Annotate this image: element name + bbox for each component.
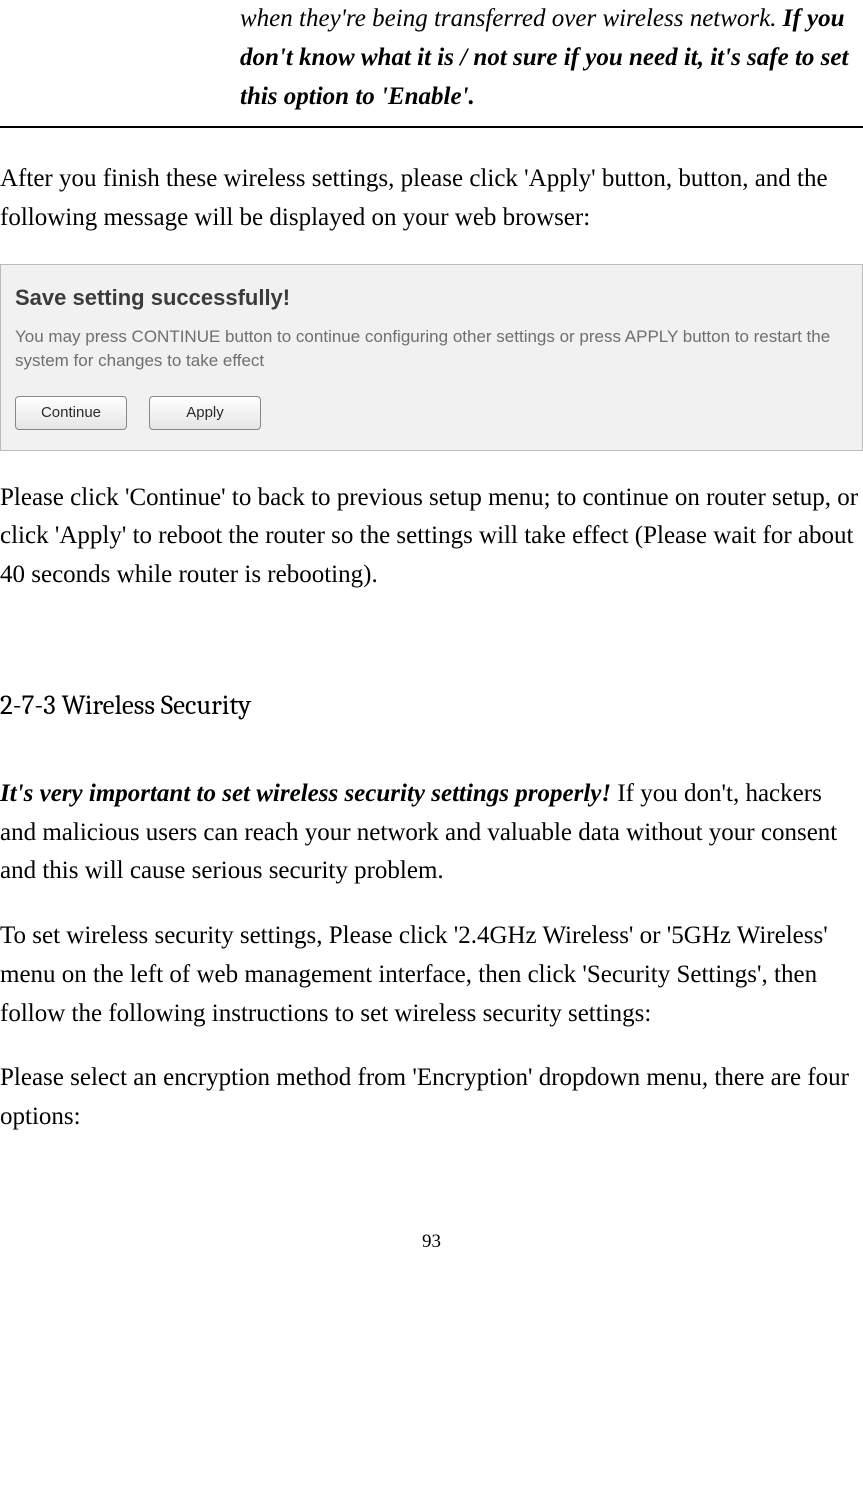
paragraph-apply: After you finish these wireless settings…: [0, 160, 863, 238]
paragraph-continue: Please click 'Continue' to back to previ…: [0, 479, 863, 595]
section-heading: 2-7-3 Wireless Security: [0, 685, 863, 727]
save-success-dialog: Save setting successfully! You may press…: [0, 264, 863, 451]
dialog-title: Save setting successfully!: [15, 275, 848, 325]
apply-button[interactable]: Apply: [149, 396, 261, 429]
dialog-message: You may press CONTINUE button to continu…: [15, 325, 848, 397]
page-number: 93: [0, 1227, 863, 1256]
security-lead-bold: It's very important to set wireless secu…: [0, 780, 611, 807]
continue-button[interactable]: Continue: [15, 396, 127, 429]
cell-text-normal: when they're being transferred over wire…: [240, 5, 783, 32]
paragraph-instructions: To set wireless security settings, Pleas…: [0, 917, 863, 1033]
table-cell-text: when they're being transferred over wire…: [0, 0, 863, 122]
paragraph-encryption: Please select an encryption method from …: [0, 1059, 863, 1137]
paragraph-security: It's very important to set wireless secu…: [0, 775, 863, 891]
table-bottom-border: [0, 126, 863, 128]
